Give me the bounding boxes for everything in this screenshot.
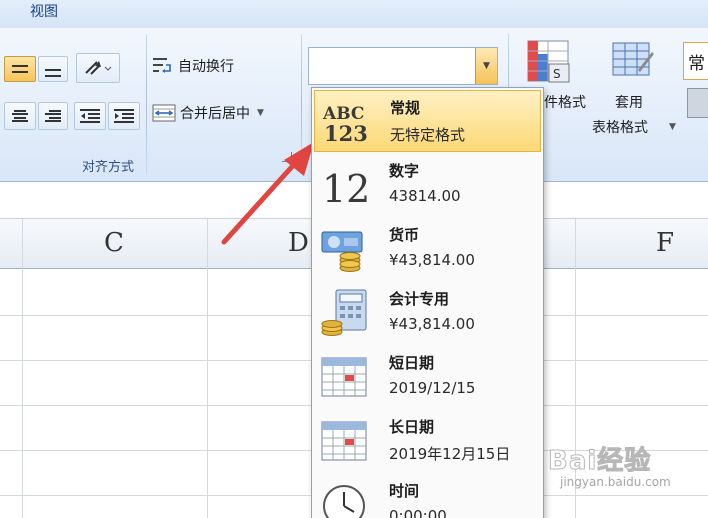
- conditional-format-icon[interactable]: S: [527, 40, 573, 86]
- align-bottom-icon: [45, 69, 61, 77]
- orientation-button[interactable]: [76, 53, 120, 83]
- format-as-table-label-1[interactable]: 套用: [615, 92, 643, 112]
- format-as-table-dropdown-icon[interactable]: ▼: [669, 122, 676, 132]
- align-middle-icon: [12, 65, 28, 73]
- calendar-icon: [321, 357, 367, 397]
- format-item-name: 时间: [389, 482, 420, 500]
- column-divider: [22, 219, 23, 518]
- conditional-format-label[interactable]: 件格式: [544, 92, 586, 112]
- format-item-example: 2019/12/15: [389, 379, 476, 397]
- column-divider: [207, 219, 208, 518]
- wrap-text-button[interactable]: 自动换行: [152, 56, 234, 76]
- align-right-icon: [45, 110, 61, 122]
- align-center-icon: [12, 110, 28, 122]
- svg-text:12: 12: [322, 167, 370, 210]
- format-item-currency[interactable]: 货币 ¥43,814.00: [314, 218, 541, 280]
- watermark-url: jingyan.baidu.com: [560, 475, 671, 489]
- clock-icon: [323, 485, 365, 518]
- format-item-example: 无特定格式: [390, 126, 466, 144]
- format-item-example: 2019年12月15日: [389, 445, 511, 463]
- align-center-button[interactable]: [4, 102, 36, 130]
- format-item-number[interactable]: 12 数字 43814.00: [314, 154, 541, 216]
- number-format-select[interactable]: ▼: [308, 47, 498, 85]
- svg-text:123: 123: [324, 121, 368, 146]
- format-item-long-date[interactable]: 长日期 2019年12月15日: [314, 410, 541, 472]
- merge-center-icon: [152, 104, 176, 122]
- format-item-general[interactable]: ABC 123 常规 无特定格式: [314, 90, 541, 152]
- format-item-name: 长日期: [389, 418, 435, 436]
- alignment-group-label: 对齐方式: [82, 160, 135, 175]
- cell-style-preview[interactable]: 常: [683, 42, 708, 80]
- align-bottom-button[interactable]: [38, 56, 68, 82]
- format-item-time[interactable]: 时间 0:00:00: [314, 474, 541, 518]
- align-right-button[interactable]: [38, 102, 68, 130]
- format-item-example: ¥43,814.00: [389, 315, 475, 333]
- column-header-c[interactable]: C: [104, 228, 124, 258]
- number-format-menu: ABC 123 常规 无特定格式 12 数字 43814.00 货币 ¥43,8…: [311, 87, 544, 518]
- general-abc123-icon: ABC 123: [322, 104, 368, 146]
- currency-icon: [321, 231, 363, 272]
- format-item-name: 数字: [389, 162, 420, 180]
- watermark-brand: Bai经验: [548, 446, 652, 477]
- accounting-icon: [321, 289, 367, 336]
- format-item-short-date[interactable]: 短日期 2019/12/15: [314, 346, 541, 408]
- format-item-name: 货币: [389, 226, 420, 244]
- merge-center-dropdown-icon[interactable]: ▼: [257, 108, 264, 118]
- decrease-indent-icon: [80, 109, 100, 123]
- format-as-table-icon[interactable]: [610, 40, 656, 86]
- format-item-example: 0:00:00: [389, 507, 447, 518]
- merge-center-label: 合并后居中: [180, 106, 250, 122]
- merge-center-button[interactable]: 合并后居中 ▼: [152, 103, 264, 123]
- format-item-accounting[interactable]: 会计专用 ¥43,814.00: [314, 282, 541, 344]
- format-item-example: 43814.00: [389, 187, 461, 205]
- annotation-arrow-icon: [221, 142, 314, 245]
- format-item-name: 短日期: [389, 354, 435, 372]
- column-header-f[interactable]: F: [656, 228, 674, 258]
- svg-text:S: S: [553, 67, 561, 81]
- ribbon-tab-bar: 视图: [0, 0, 708, 28]
- tab-view[interactable]: 视图: [30, 1, 58, 21]
- calendar-icon: [321, 421, 367, 461]
- ribbon-separator: [146, 34, 147, 174]
- number-format-dropdown-button[interactable]: ▼: [475, 48, 497, 84]
- format-as-table-label-2[interactable]: 表格格式: [592, 117, 648, 137]
- number-12-icon: 12: [322, 167, 370, 210]
- format-item-name: 常规: [390, 99, 421, 117]
- wrap-text-label: 自动换行: [178, 59, 234, 75]
- wrap-text-icon: [153, 58, 171, 73]
- baidu-watermark: Bai经验 jingyan.baidu.com: [548, 440, 708, 500]
- decrease-indent-button[interactable]: [74, 102, 106, 130]
- cell-style-button[interactable]: [687, 88, 708, 118]
- increase-indent-button[interactable]: [108, 102, 140, 130]
- align-middle-button[interactable]: [4, 56, 36, 82]
- chevron-down-icon: ▼: [483, 61, 490, 71]
- orientation-icon: [85, 61, 112, 75]
- format-item-name: 会计专用: [389, 290, 450, 308]
- increase-indent-icon: [114, 109, 134, 123]
- format-item-example: ¥43,814.00: [389, 251, 475, 269]
